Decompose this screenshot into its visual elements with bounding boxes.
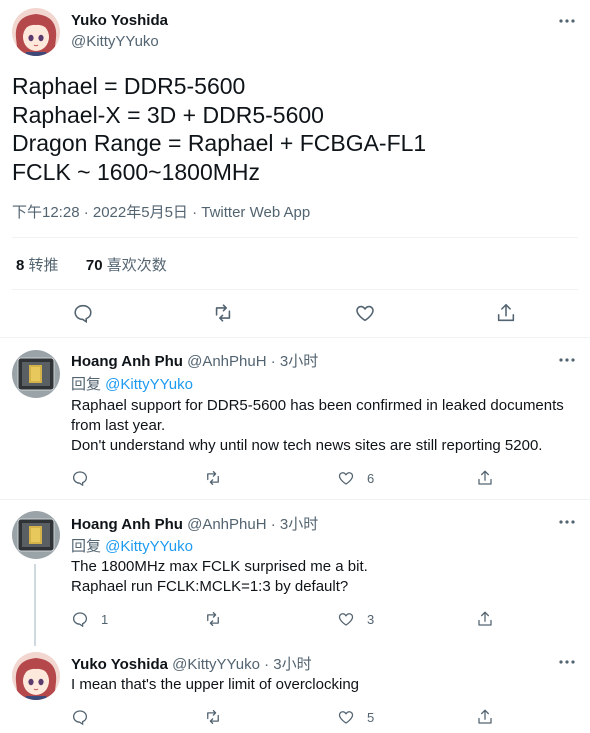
like-action[interactable]: 5 [337, 707, 374, 727]
divider [12, 289, 578, 290]
more-options-icon[interactable] [558, 653, 576, 671]
share-icon [478, 611, 492, 626]
reply-text: Raphael support for DDR5-5600 has been c… [71, 396, 564, 456]
reply-header: Hoang Anh Phu @AnhPhuH · 3小时 [71, 513, 318, 534]
author-name[interactable]: Hoang Anh Phu [71, 353, 183, 370]
reply-tweet[interactable]: Hoang Anh Phu @AnhPhuH · 3小时 回复 @KittyYY… [0, 500, 590, 646]
replying-prefix: 回复 [71, 538, 106, 555]
author-name[interactable]: Yuko Yoshida [71, 656, 168, 673]
more-options-icon[interactable] [558, 12, 576, 30]
reply-icon [72, 471, 88, 487]
retweets-count: 8 [16, 257, 25, 274]
reply-text-line: from last year. [71, 417, 166, 434]
reply-action[interactable]: 1 [71, 609, 108, 629]
tweet-text-line: Dragon Range = Raphael + FCBGA-FL1 [12, 130, 427, 156]
replying-to: 回复 @KittyYYuko [71, 373, 193, 394]
avatar[interactable] [12, 8, 60, 56]
like-icon[interactable] [354, 302, 376, 324]
reply-text: I mean that's the upper limit of overclo… [71, 675, 359, 695]
timestamp[interactable]: · 3小时 [267, 353, 319, 370]
like-action[interactable]: 3 [337, 609, 374, 629]
thread-line [34, 564, 36, 646]
share-action[interactable] [476, 609, 494, 629]
like-count: 6 [367, 470, 375, 486]
author-name[interactable]: Yuko Yoshida [71, 12, 168, 29]
share-icon [478, 709, 492, 724]
like-action[interactable]: 6 [337, 468, 374, 488]
author-handle[interactable]: @AnhPhuH [187, 516, 266, 533]
like-count: 5 [367, 709, 375, 725]
retweets-label: 转推 [28, 257, 59, 274]
more-options-icon[interactable] [558, 513, 576, 531]
tweet-text-line: FCLK ~ 1600~1800MHz [12, 158, 261, 185]
reply-actions: 5 [71, 707, 511, 729]
tweet-text-line: Raphael-X = 3D + DDR5-5600 [12, 101, 324, 128]
retweet-icon [207, 470, 219, 486]
share-action[interactable] [476, 468, 494, 488]
avatar[interactable] [12, 652, 60, 700]
like-icon [338, 472, 354, 485]
reply-actions: 6 [71, 468, 511, 490]
reply-text-line: I mean that's the upper limit of overclo… [71, 676, 360, 693]
reply-action[interactable] [71, 707, 101, 727]
share-icon [478, 470, 492, 485]
reply-icon[interactable] [72, 302, 94, 324]
more-options-icon[interactable] [558, 351, 576, 369]
retweet-action[interactable] [204, 609, 222, 629]
reply-action[interactable] [71, 468, 101, 488]
likes-label: 喜欢次数 [106, 257, 167, 274]
avatar[interactable] [12, 350, 60, 398]
reply-text-line: Raphael support for DDR5-5600 has been c… [71, 397, 564, 414]
retweet-action[interactable] [204, 707, 222, 727]
author-name[interactable]: Hoang Anh Phu [71, 516, 183, 533]
reply-header: Yuko Yoshida @KittyYYuko · 3小时 [71, 653, 312, 674]
reply-text: The 1800MHz max FCLK surprised me a bit.… [71, 557, 368, 597]
reply-text-line: The 1800MHz max FCLK surprised me a bit. [71, 558, 368, 575]
reply-text-line: Don't understand why until now tech news… [71, 437, 543, 454]
author-handle[interactable]: @AnhPhuH [187, 353, 266, 370]
author-handle[interactable]: @KittyYYuko [172, 656, 260, 673]
tweet-text-line: Raphael = DDR5-5600 [12, 73, 246, 99]
reply-tweet[interactable]: Yuko Yoshida @KittyYYuko · 3小时 I mean th… [0, 640, 590, 733]
share-icon[interactable] [495, 302, 517, 324]
reply-header: Hoang Anh Phu @AnhPhuH · 3小时 [71, 350, 318, 371]
likes-count: 70 [85, 257, 103, 274]
replying-to-link[interactable]: @KittyYYuko [105, 376, 193, 393]
retweet-action[interactable] [204, 468, 222, 488]
author-handle[interactable]: @KittyYYuko [71, 33, 159, 50]
reply-icon [72, 612, 88, 628]
reply-text-line: Raphael run FCLK:MCLK=1:3 by default? [71, 578, 349, 595]
retweet-icon [207, 611, 219, 627]
likes-stat[interactable]: 70 喜欢次数 [86, 257, 167, 274]
timestamp[interactable]: · 3小时 [267, 516, 319, 533]
reply-actions: 1 3 [71, 609, 511, 631]
reply-count: 1 [101, 611, 109, 627]
reply-icon [72, 710, 88, 726]
divider [12, 237, 578, 238]
tweet-meta[interactable]: 下午12:28 · 2022年5月5日 · Twitter Web App [12, 201, 310, 222]
like-icon [338, 613, 354, 626]
replying-prefix: 回复 [71, 376, 106, 393]
retweet-icon[interactable] [212, 302, 234, 324]
retweet-icon [207, 709, 219, 725]
avatar[interactable] [12, 511, 60, 559]
tweet-text: Raphael = DDR5-5600 Raphael-X = 3D + DDR… [12, 72, 426, 186]
share-action[interactable] [476, 707, 494, 727]
reply-tweet[interactable]: Hoang Anh Phu @AnhPhuH · 3小时 回复 @KittyYY… [0, 339, 590, 499]
tweet-stats: 8 转推 70 喜欢次数 [16, 254, 167, 275]
like-count: 3 [367, 611, 375, 627]
retweets-stat[interactable]: 8 转推 [16, 257, 59, 274]
replying-to: 回复 @KittyYYuko [71, 535, 193, 556]
replying-to-link[interactable]: @KittyYYuko [105, 538, 193, 555]
like-icon [338, 711, 354, 724]
timestamp[interactable]: · 3小时 [260, 656, 312, 673]
main-tweet: Yuko Yoshida @KittyYYuko Raphael = DDR5-… [0, 0, 590, 338]
